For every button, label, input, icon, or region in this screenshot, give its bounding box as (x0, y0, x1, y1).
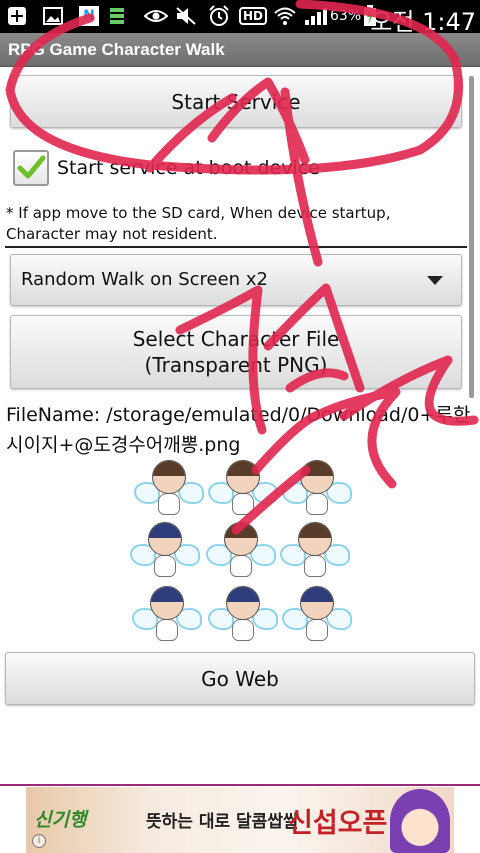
checkmark-icon (17, 155, 46, 179)
character-sprite-preview (126, 458, 354, 650)
sprite-frame (282, 584, 352, 646)
ad-character-image (390, 789, 450, 853)
battery-percent: 63% (330, 8, 362, 24)
ad-info-icon[interactable]: i (32, 834, 46, 848)
sprite-frame (130, 520, 200, 582)
select-character-file-button[interactable]: Select Character File (Transparent PNG) (10, 315, 462, 389)
start-on-boot-label: Start service at boot device (57, 157, 320, 179)
sprite-frame (208, 458, 278, 520)
select-file-line1: Select Character File (132, 327, 340, 351)
sprite-frame (282, 458, 352, 520)
sd-card-note: * If app move to the SD card, When devic… (6, 204, 391, 243)
app-title: RPG Game Character Walk (8, 40, 225, 59)
plus-icon (6, 6, 28, 26)
clock: 오전 1:47 (370, 8, 476, 36)
mute-icon (175, 6, 197, 26)
title-bar: RPG Game Character Walk (0, 33, 480, 67)
dropdown-arrow-icon (427, 276, 443, 285)
image-icon (42, 6, 64, 26)
sprite-frame (132, 584, 202, 646)
start-on-boot-row[interactable]: Start service at boot device (13, 150, 320, 186)
signal-icon (304, 6, 328, 26)
walk-mode-value: Random Walk on Screen x2 (21, 269, 268, 290)
go-web-label: Go Web (201, 666, 279, 691)
sprite-frame (208, 584, 278, 646)
sprite-frame (134, 458, 204, 520)
ad-copy: 뜻하는 대로 달콤쌉쌀 (146, 812, 299, 832)
sprite-frame (280, 520, 350, 582)
wifi-icon (273, 6, 297, 26)
start-service-label: Start Service (171, 89, 301, 114)
eye-icon (144, 6, 168, 26)
scrollbar[interactable] (469, 76, 474, 398)
hd-label: HD (238, 7, 267, 25)
ad-brand: 신기행 (34, 809, 87, 831)
start-service-button[interactable]: Start Service (10, 75, 462, 128)
select-file-line2: (Transparent PNG) (144, 353, 328, 377)
naver-letter: N (79, 6, 99, 26)
filename-text: FileName: /storage/emulated/0/Download/0… (6, 404, 471, 456)
sprite-frame (206, 520, 276, 582)
ad-banner[interactable]: 신기행 뜻하는 대로 달콤쌉쌀 신섭오픈 (26, 787, 454, 853)
hd-icon: HD (238, 6, 268, 26)
divider (5, 246, 467, 248)
ad-divider (0, 784, 480, 786)
bars-icon (108, 6, 126, 26)
ad-headline: 신섭오픈 (288, 808, 388, 839)
alarm-icon (208, 5, 230, 26)
go-web-button[interactable]: Go Web (5, 652, 475, 705)
status-bar: N HD 63% 오전 1:47 (0, 0, 480, 36)
start-on-boot-checkbox[interactable] (13, 150, 49, 186)
naver-n-icon: N (78, 6, 100, 26)
walk-mode-select[interactable]: Random Walk on Screen x2 (10, 254, 462, 306)
